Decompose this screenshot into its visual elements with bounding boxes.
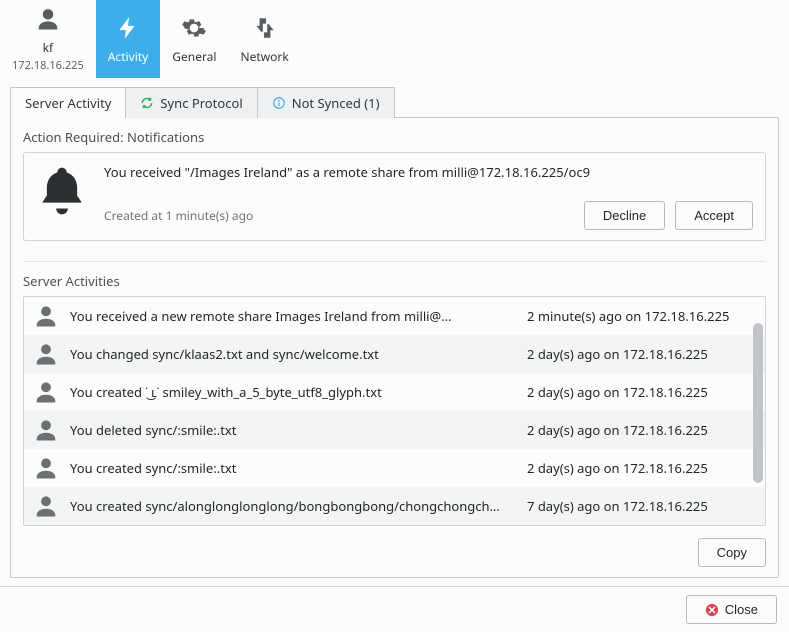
activity-text: You created sync/:smile:.txt — [70, 459, 517, 477]
tab-not-synced[interactable]: Not Synced (1) — [258, 87, 395, 118]
user-silhouette-icon — [32, 454, 60, 482]
activity-text: You created ˙ ͜ʟ˙ smiley_with_a_5_byte_u… — [70, 383, 517, 401]
bell-icon — [34, 163, 90, 219]
toolbar-activity[interactable]: Activity — [96, 0, 161, 78]
scrollbar[interactable] — [753, 323, 763, 501]
activities-list-container: You received a new remote share Images I… — [23, 296, 766, 526]
user-silhouette-icon — [32, 378, 60, 406]
activity-row[interactable]: You changed sync/klaas2.txt and sync/wel… — [24, 335, 765, 373]
server-activity-panel: Action Required: Notifications You recei… — [10, 117, 779, 578]
toolbar-general-label: General — [172, 48, 216, 65]
activities-heading: Server Activities — [23, 272, 766, 290]
tab-sync-protocol[interactable]: Sync Protocol — [126, 87, 257, 118]
divider — [23, 261, 766, 262]
activity-time: 7 day(s) ago on 172.18.16.225 — [527, 497, 757, 515]
tab-bar: Server Activity Sync Protocol Not Synced… — [10, 86, 779, 117]
close-icon — [705, 603, 719, 617]
notification-card: You received "/Images Ireland" as a remo… — [23, 152, 766, 241]
tab-server-activity[interactable]: Server Activity — [10, 87, 126, 118]
tab-not-synced-label: Not Synced (1) — [292, 94, 380, 112]
toolbar-general[interactable]: General — [160, 0, 228, 78]
decline-button[interactable]: Decline — [584, 201, 665, 230]
notification-timestamp: Created at 1 minute(s) ago — [104, 207, 253, 224]
tab-sync-protocol-label: Sync Protocol — [160, 94, 242, 112]
activity-row[interactable]: You deleted sync/:smile:.txt 2 day(s) ago… — [24, 411, 765, 449]
activity-time: 2 day(s) ago on 172.18.16.225 — [527, 421, 757, 439]
activity-text: You changed sync/klaas2.txt and sync/wel… — [70, 345, 517, 363]
activity-time: 2 minute(s) ago on 172.18.16.225 — [527, 307, 757, 325]
gear-icon — [180, 14, 208, 42]
activity-row[interactable]: You created sync/:smile:.txt 2 day(s) ago… — [24, 449, 765, 487]
tab-server-activity-label: Server Activity — [25, 94, 111, 112]
user-silhouette-icon — [32, 416, 60, 444]
user-silhouette-icon — [32, 492, 60, 520]
account-button[interactable]: kf 172.18.16.225 — [0, 0, 96, 78]
close-button[interactable]: Close — [686, 595, 777, 624]
activities-list[interactable]: You received a new remote share Images I… — [24, 297, 765, 525]
activity-row[interactable]: You created sync/alonglonglonglong/bongb… — [24, 487, 765, 525]
activity-row[interactable]: You received a new remote share Images I… — [24, 297, 765, 335]
activity-time: 2 day(s) ago on 172.18.16.225 — [527, 345, 757, 363]
activity-row[interactable]: You created ˙ ͜ʟ˙ smiley_with_a_5_byte_u… — [24, 373, 765, 411]
activity-text: You deleted sync/:smile:.txt — [70, 421, 517, 439]
copy-button[interactable]: Copy — [698, 538, 766, 567]
user-silhouette-icon — [32, 340, 60, 368]
user-icon — [34, 5, 62, 33]
network-icon — [251, 14, 279, 42]
dialog-footer: Close — [0, 586, 789, 632]
activity-text: You received a new remote share Images I… — [70, 307, 517, 325]
account-ip: 172.18.16.225 — [12, 58, 84, 73]
user-silhouette-icon — [32, 302, 60, 330]
close-button-label: Close — [725, 602, 758, 617]
main-toolbar: kf 172.18.16.225 Activity General Networ… — [0, 0, 789, 78]
notifications-heading: Action Required: Notifications — [23, 128, 766, 146]
notification-message: You received "/Images Ireland" as a remo… — [104, 163, 753, 181]
sync-icon — [140, 96, 154, 110]
accept-button[interactable]: Accept — [675, 201, 753, 230]
toolbar-network[interactable]: Network — [229, 0, 301, 78]
bolt-icon — [114, 14, 142, 42]
activity-time: 2 day(s) ago on 172.18.16.225 — [527, 383, 757, 401]
account-name: kf — [43, 39, 54, 56]
info-icon — [272, 96, 286, 110]
activity-time: 2 day(s) ago on 172.18.16.225 — [527, 459, 757, 477]
toolbar-network-label: Network — [241, 48, 289, 65]
activity-text: You created sync/alonglonglonglong/bongb… — [70, 497, 517, 515]
toolbar-activity-label: Activity — [108, 48, 149, 65]
